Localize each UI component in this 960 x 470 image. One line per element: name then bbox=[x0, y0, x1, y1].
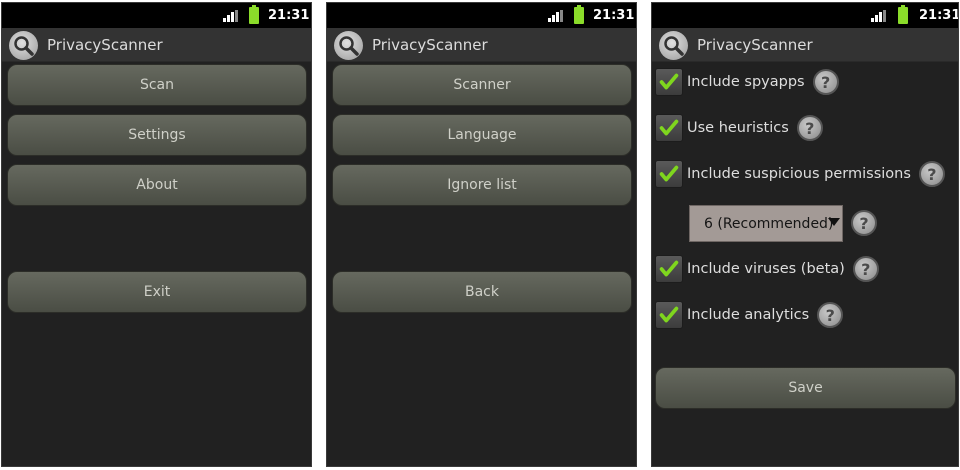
dropdown-value: 6 (Recommended) bbox=[704, 215, 834, 232]
back-button[interactable]: Back bbox=[332, 271, 632, 313]
checkmark-icon bbox=[659, 260, 679, 277]
include-spyapps-checkbox[interactable] bbox=[655, 68, 683, 96]
app-title: PrivacyScanner bbox=[372, 36, 488, 54]
include-suspicious-permissions-checkbox[interactable] bbox=[655, 160, 683, 188]
use-heuristics-checkbox[interactable] bbox=[655, 114, 683, 142]
status-time: 21:31 bbox=[593, 8, 635, 23]
scanner-button[interactable]: Scanner bbox=[332, 64, 632, 106]
status-bar: 21:31 bbox=[652, 3, 958, 28]
title-bar: PrivacyScanner bbox=[327, 28, 636, 62]
app-magnifier-icon bbox=[334, 31, 363, 60]
option-label: Include viruses (beta) bbox=[687, 261, 845, 277]
signal-icon bbox=[871, 10, 886, 22]
app-title: PrivacyScanner bbox=[697, 36, 813, 54]
option-include-spyapps: Include spyapps ? bbox=[655, 65, 839, 99]
include-viruses-checkbox[interactable] bbox=[655, 255, 683, 283]
help-icon[interactable]: ? bbox=[851, 210, 877, 236]
option-use-heuristics: Use heuristics ? bbox=[655, 111, 823, 145]
checkmark-icon bbox=[659, 165, 679, 182]
settings-menu-screen: 21:31 PrivacyScanner Scanner Language Ig… bbox=[326, 2, 637, 467]
option-include-analytics: Include analytics ? bbox=[655, 298, 844, 332]
battery-icon bbox=[249, 5, 259, 24]
scan-button[interactable]: Scan bbox=[7, 64, 307, 106]
status-bar: 21:31 bbox=[2, 3, 311, 28]
main-menu-screen: 21:31 PrivacyScanner Scan Settings About… bbox=[1, 2, 312, 467]
option-label: Include spyapps bbox=[687, 74, 805, 90]
scanner-settings-screen: 21:31 PrivacyScanner Include spyapps ? U… bbox=[651, 2, 959, 467]
help-icon[interactable]: ? bbox=[852, 256, 879, 282]
save-button[interactable]: Save bbox=[655, 367, 956, 409]
battery-icon bbox=[898, 5, 908, 24]
option-label: Include suspicious permissions bbox=[687, 166, 911, 182]
option-include-suspicious-permissions: Include suspicious permissions ? bbox=[655, 157, 945, 191]
battery-icon bbox=[574, 5, 584, 24]
about-button[interactable]: About bbox=[7, 164, 307, 206]
option-label: Include analytics bbox=[687, 307, 810, 323]
signal-icon bbox=[548, 10, 563, 22]
checkmark-icon bbox=[659, 306, 679, 323]
option-include-viruses: Include viruses (beta) ? bbox=[655, 252, 879, 286]
signal-icon bbox=[223, 10, 238, 22]
checkmark-icon bbox=[659, 119, 679, 136]
status-bar: 21:31 bbox=[327, 3, 636, 28]
title-bar: PrivacyScanner bbox=[652, 28, 958, 62]
status-time: 21:31 bbox=[268, 8, 310, 23]
status-time: 21:31 bbox=[919, 8, 959, 23]
help-icon[interactable]: ? bbox=[796, 115, 823, 141]
checkmark-icon bbox=[659, 73, 679, 90]
permissions-level-dropdown[interactable]: 6 (Recommended) bbox=[689, 205, 843, 242]
settings-button[interactable]: Settings bbox=[7, 114, 307, 156]
dropdown-caret-icon bbox=[828, 218, 840, 226]
option-label: Use heuristics bbox=[687, 120, 789, 136]
exit-button[interactable]: Exit bbox=[7, 271, 307, 313]
language-button[interactable]: Language bbox=[332, 114, 632, 156]
help-icon[interactable]: ? bbox=[918, 161, 945, 187]
app-title: PrivacyScanner bbox=[47, 36, 163, 54]
help-icon[interactable]: ? bbox=[817, 302, 844, 328]
title-bar: PrivacyScanner bbox=[2, 28, 311, 62]
app-magnifier-icon bbox=[9, 31, 38, 60]
app-magnifier-icon bbox=[659, 31, 688, 60]
include-analytics-checkbox[interactable] bbox=[655, 301, 683, 329]
ignore-list-button[interactable]: Ignore list bbox=[332, 164, 632, 206]
help-icon[interactable]: ? bbox=[812, 69, 839, 95]
